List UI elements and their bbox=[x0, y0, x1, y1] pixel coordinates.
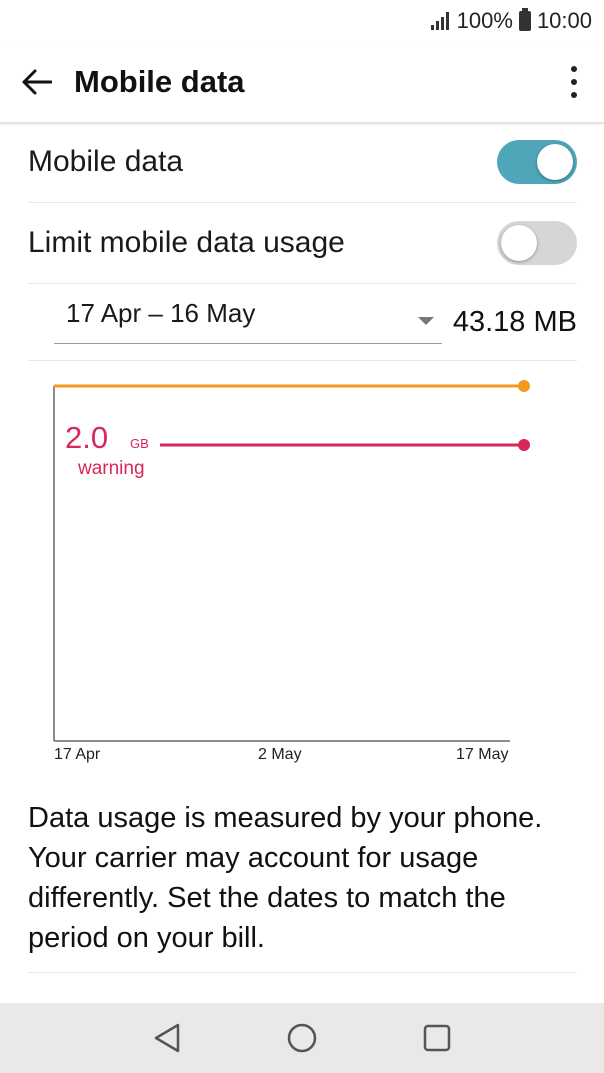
more-vert-icon bbox=[571, 66, 577, 72]
app-bar: Mobile data bbox=[0, 42, 604, 124]
arrow-left-icon bbox=[22, 69, 52, 95]
x-tick-label: 17 May bbox=[456, 746, 509, 763]
usage-total: 43.18 MB bbox=[452, 305, 577, 338]
limit-data-toggle[interactable] bbox=[497, 221, 577, 265]
signal-icon bbox=[430, 12, 449, 30]
mobile-data-row[interactable]: Mobile data bbox=[28, 122, 577, 203]
warning-value[interactable]: 2.0 bbox=[65, 420, 108, 456]
mobile-data-toggle[interactable] bbox=[497, 140, 577, 184]
clock: 10:00 bbox=[536, 8, 592, 33]
date-range-value: 17 Apr – 16 May bbox=[66, 298, 256, 328]
mobile-data-label: Mobile data bbox=[28, 145, 184, 178]
limit-data-label: Limit mobile data usage bbox=[28, 226, 345, 259]
limit-line-handle bbox=[518, 380, 530, 392]
nav-home-button[interactable] bbox=[272, 1008, 332, 1068]
system-nav-bar bbox=[0, 1003, 604, 1073]
x-tick-label: 2 May bbox=[258, 746, 302, 763]
chart-canvas bbox=[53, 380, 530, 742]
warning-label: warning bbox=[78, 458, 145, 479]
back-button[interactable] bbox=[0, 42, 74, 122]
dropdown-arrow-icon bbox=[418, 317, 434, 325]
warning-line-handle bbox=[518, 439, 530, 451]
battery-icon bbox=[518, 8, 531, 31]
limit-data-row[interactable]: Limit mobile data usage bbox=[28, 203, 577, 284]
square-recents-icon bbox=[423, 1024, 450, 1052]
nav-back-button[interactable] bbox=[137, 1008, 197, 1068]
nav-recents-button[interactable] bbox=[407, 1008, 467, 1068]
status-bar: 100% 10:00 bbox=[0, 0, 604, 42]
page-title: Mobile data bbox=[74, 64, 245, 99]
circle-home-icon bbox=[287, 1023, 317, 1053]
date-range-dropdown[interactable]: 17 Apr – 16 May bbox=[54, 284, 442, 344]
warning-unit: GB bbox=[130, 436, 149, 451]
more-options-button[interactable] bbox=[544, 42, 604, 122]
triangle-back-icon bbox=[155, 1023, 180, 1053]
info-text: Data usage is measured by your phone. Yo… bbox=[28, 798, 577, 973]
battery-percent: 100% bbox=[456, 8, 513, 33]
usage-cycle-row: 17 Apr – 16 May 43.18 MB bbox=[28, 284, 577, 361]
x-tick-label: 17 Apr bbox=[54, 746, 101, 763]
data-usage-chart: 2.0 GB warning 17 Apr 2 May 17 May bbox=[40, 370, 540, 770]
